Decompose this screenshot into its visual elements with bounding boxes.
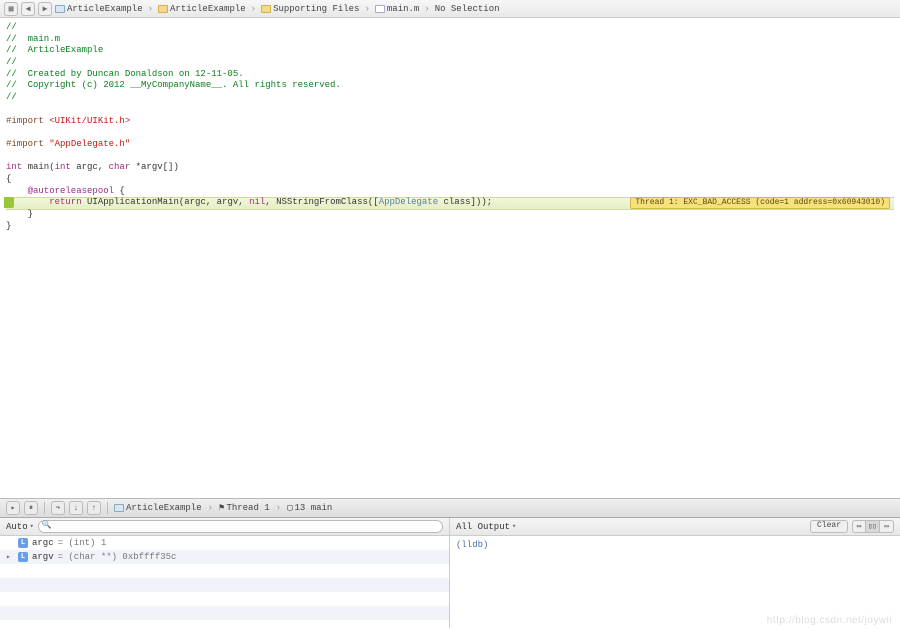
nav-back-button[interactable]: ◀ (21, 2, 35, 16)
code-editor[interactable]: // // main.m // ArticleExample // // Cre… (0, 18, 900, 498)
code-line: } (6, 209, 894, 221)
debug-breadcrumb-item[interactable]: ▢ 13 main (287, 503, 332, 513)
variables-search-input[interactable] (38, 520, 443, 533)
step-into-button[interactable]: ↓ (69, 501, 83, 515)
breadcrumb-separator: › (251, 4, 256, 14)
show-console-only-button[interactable]: ▭ (880, 520, 894, 533)
lldb-prompt: (lldb) (450, 536, 900, 554)
separator (107, 502, 108, 514)
variable-row-empty (0, 592, 449, 606)
breadcrumb-separator: › (424, 4, 429, 14)
console-header: All Output▾ Clear ▭ ▯▯ ▭ (450, 518, 900, 536)
variables-list[interactable]: L argc = (int) 1 ▸ L argv = (char **) 0x… (0, 536, 449, 628)
related-items-button[interactable]: ▦ (4, 2, 18, 16)
code-line: #import "AppDelegate.h" (6, 139, 894, 151)
folder-icon (261, 5, 271, 13)
disclosure-icon[interactable]: ▸ (6, 552, 14, 562)
step-out-button[interactable]: ↑ (87, 501, 101, 515)
project-icon (114, 504, 124, 512)
debug-area: Auto▾ L argc = (int) 1 ▸ L argv = (char … (0, 518, 900, 628)
code-line (6, 151, 894, 163)
variables-scope-dropdown[interactable]: Auto▾ (6, 522, 34, 532)
code-line: #import <UIKit/UIKit.h> (6, 116, 894, 128)
debug-toolbar: ▸ ⏸ ↷ ↓ ↑ ArticleExample › ⚑ Thread 1 › … (0, 498, 900, 518)
code-line: @autoreleasepool { (6, 186, 894, 198)
local-var-icon: L (18, 538, 28, 548)
variable-row-empty (0, 578, 449, 592)
file-icon (375, 5, 385, 13)
breadcrumb-item[interactable]: No Selection (435, 4, 500, 14)
clear-console-button[interactable]: Clear (810, 520, 848, 533)
console-pane: All Output▾ Clear ▭ ▯▯ ▭ (lldb) (450, 518, 900, 628)
debug-breadcrumb-item[interactable]: ⚑ Thread 1 (219, 503, 270, 513)
variable-row[interactable]: L argc = (int) 1 (0, 536, 449, 550)
continue-button[interactable]: ▸ (6, 501, 20, 515)
breadcrumb-separator: › (276, 503, 281, 513)
code-line: // Copyright (c) 2012 __MyCompanyName__.… (6, 80, 894, 92)
debug-breadcrumb-item[interactable]: ArticleExample (114, 503, 202, 513)
code-line (6, 104, 894, 116)
variables-pane: Auto▾ L argc = (int) 1 ▸ L argv = (char … (0, 518, 450, 628)
folder-icon (158, 5, 168, 13)
breadcrumb-separator: › (148, 4, 153, 14)
variables-header: Auto▾ (0, 518, 449, 536)
nav-forward-button[interactable]: ▶ (38, 2, 52, 16)
breadcrumb-separator: › (364, 4, 369, 14)
watermark-text: http://blog.csdn.net/joywii (767, 615, 892, 626)
separator (44, 502, 45, 514)
code-line: int main(int argc, char *argv[]) (6, 162, 894, 174)
code-line (6, 127, 894, 139)
code-line: // (6, 92, 894, 104)
step-over-button[interactable]: ↷ (51, 501, 65, 515)
breadcrumb-separator: › (208, 503, 213, 513)
code-line: // ArticleExample (6, 45, 894, 57)
code-line: { (6, 174, 894, 186)
variable-row-empty (0, 606, 449, 620)
variable-row-empty (0, 620, 449, 628)
code-line: // (6, 57, 894, 69)
local-var-icon: L (18, 552, 28, 562)
error-badge[interactable]: Thread 1: EXC_BAD_ACCESS (code=1 address… (630, 197, 890, 209)
console-filter-dropdown[interactable]: All Output▾ (456, 522, 516, 532)
breadcrumb-item[interactable]: ArticleExample (55, 4, 143, 14)
code-line: // main.m (6, 34, 894, 46)
view-toggle-segmented[interactable]: ▭ ▯▯ ▭ (852, 520, 894, 533)
breadcrumb-item[interactable]: main.m (375, 4, 419, 14)
breadcrumb-item[interactable]: ArticleExample (158, 4, 246, 14)
breadcrumb-item[interactable]: Supporting Files (261, 4, 359, 14)
code-line: // Created by Duncan Donaldson on 12-11-… (6, 69, 894, 81)
variable-row-empty (0, 564, 449, 578)
project-icon (55, 5, 65, 13)
variable-row[interactable]: ▸ L argv = (char **) 0xbffff35c (0, 550, 449, 564)
pause-button[interactable]: ⏸ (24, 501, 38, 515)
code-line: // (6, 22, 894, 34)
show-vars-only-button[interactable]: ▭ (852, 520, 866, 533)
breadcrumb-bar: ▦ ◀ ▶ ArticleExample › ArticleExample › … (0, 0, 900, 18)
show-both-button[interactable]: ▯▯ (866, 520, 880, 533)
code-line: } (6, 221, 894, 233)
